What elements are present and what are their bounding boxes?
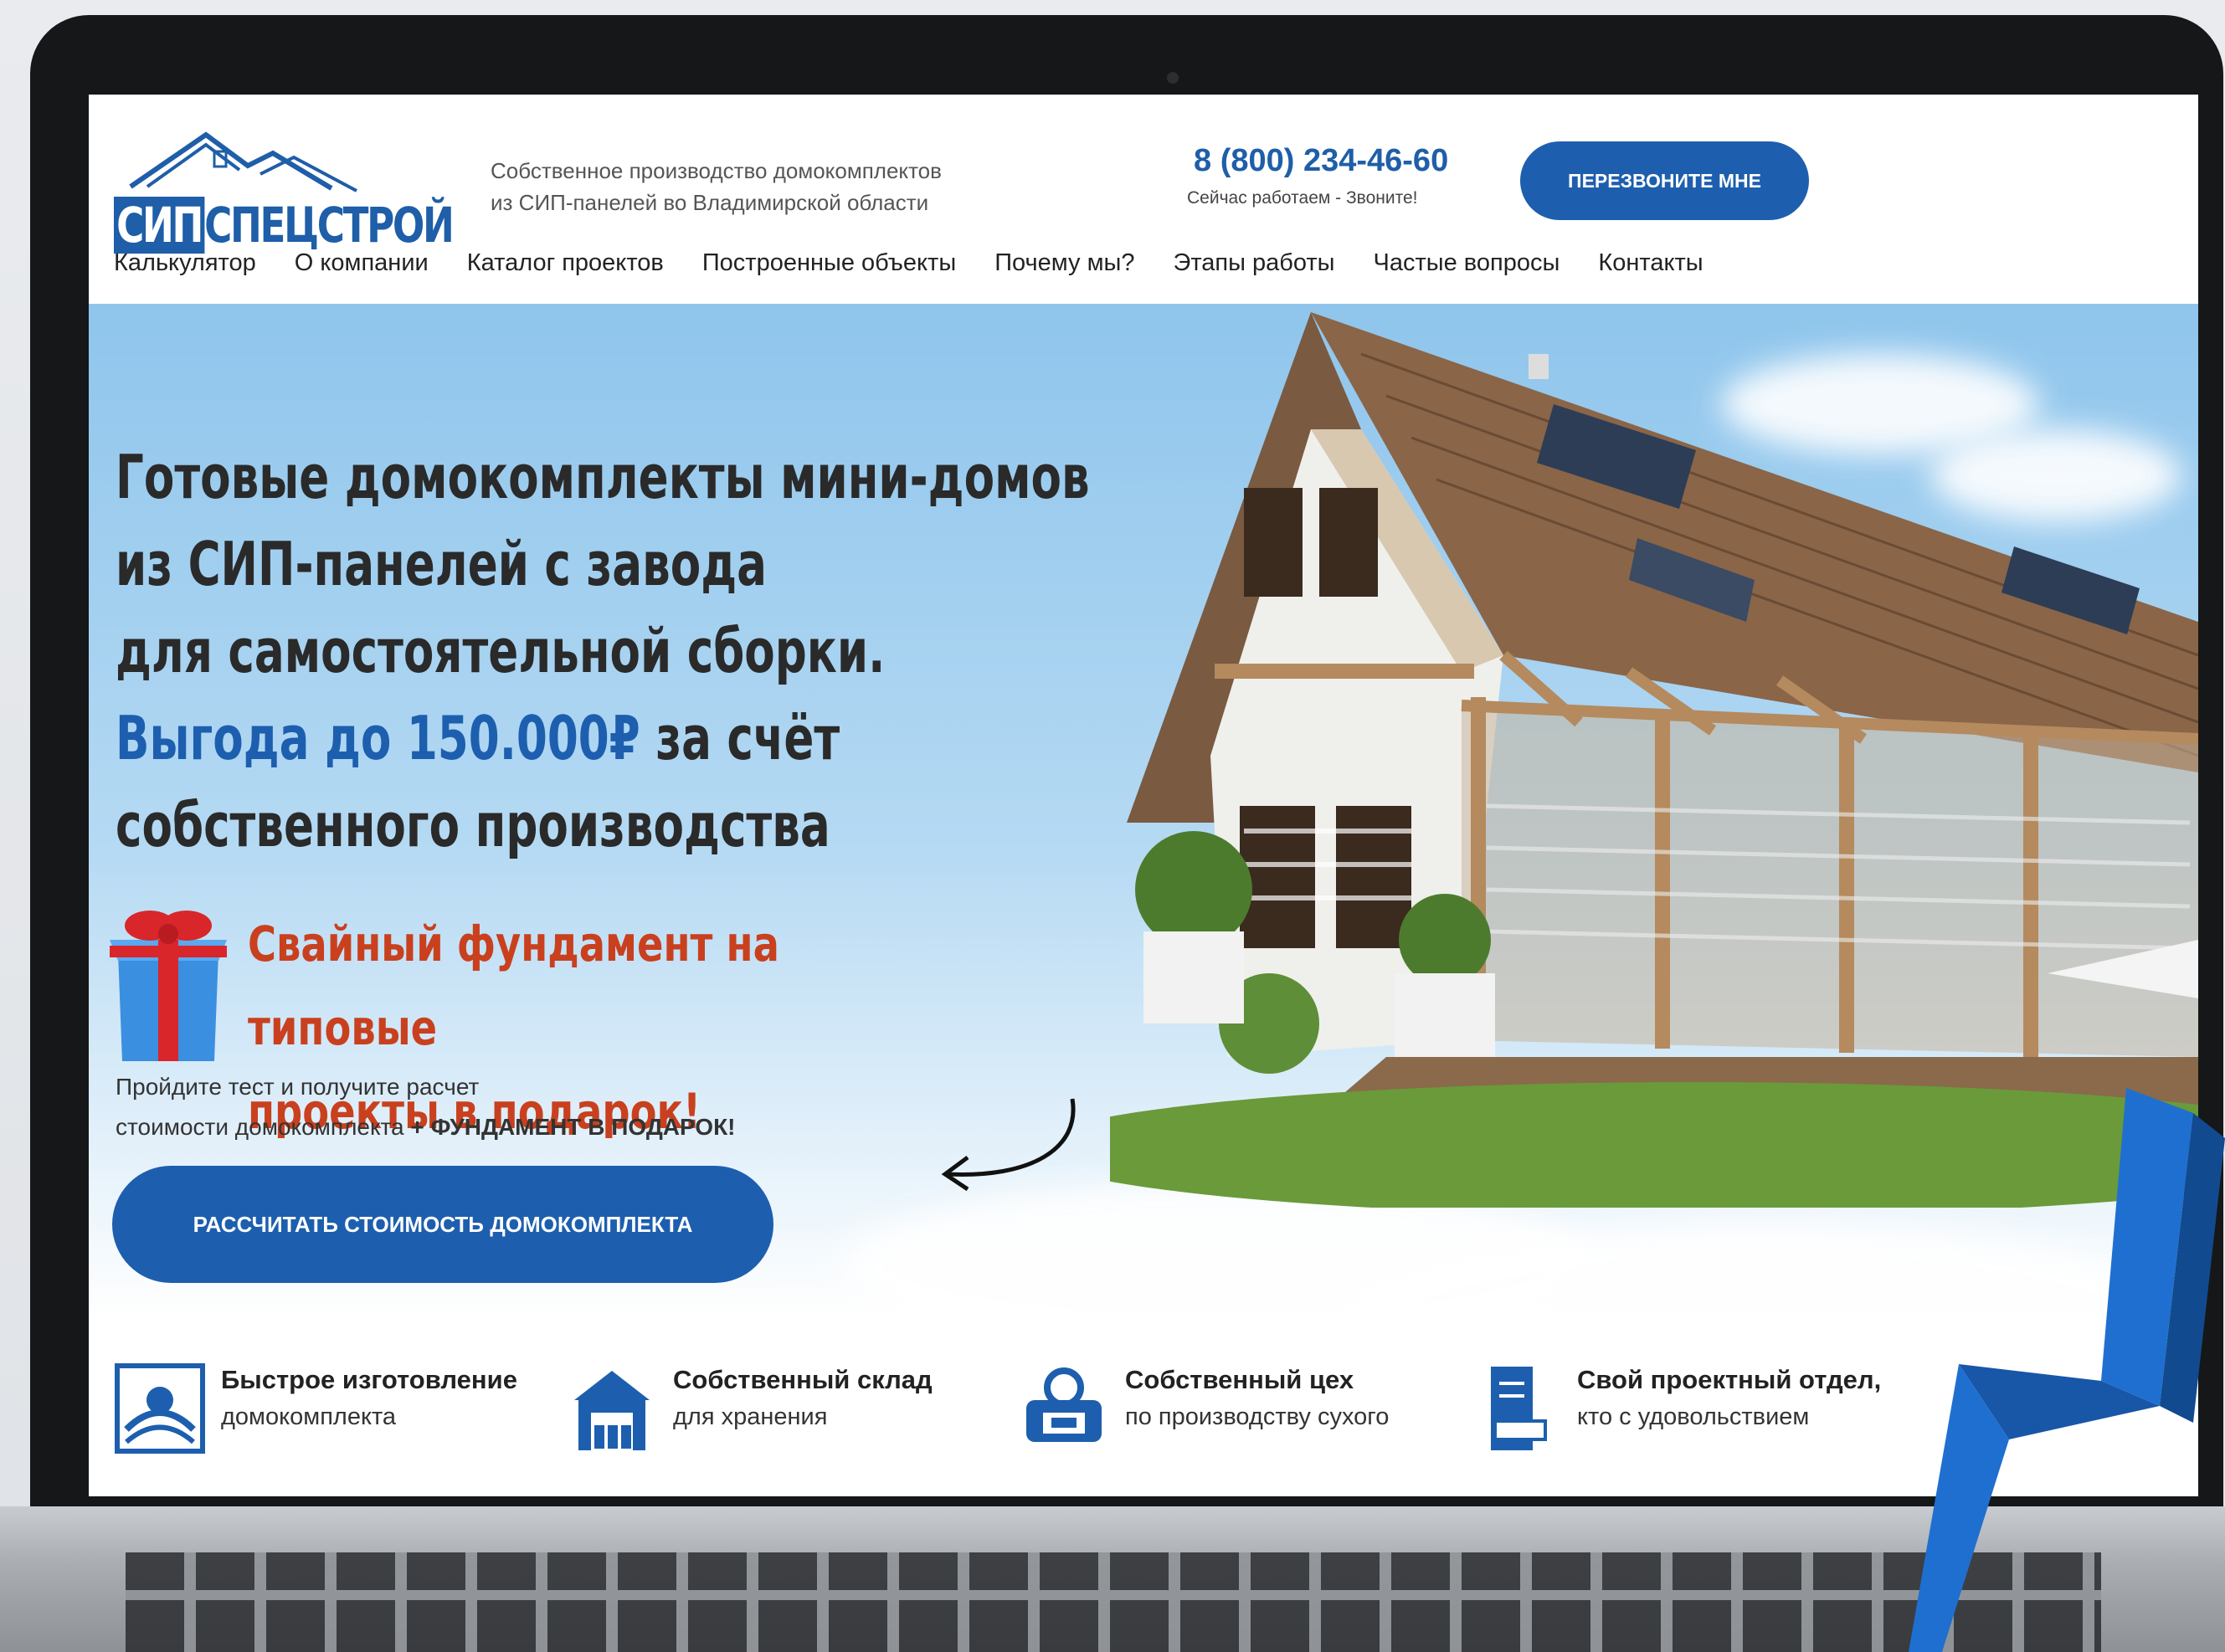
feature-item: Быстрое изготовление домокомплекта [114, 1362, 566, 1454]
feature-title: Собственный склад [673, 1365, 933, 1394]
hero-headline: Готовые домокомплекты мини-домов из СИП-… [116, 434, 1145, 869]
brand-n-shape-icon [1909, 1088, 2225, 1652]
subtext-line-1: Пройдите тест и получите расчет [116, 1074, 480, 1100]
laptop-frame: СИПСПЕЦСТРОЙ Собственное производство до… [30, 15, 2223, 1630]
nav-item-stages[interactable]: Этапы работы [1174, 249, 1335, 277]
logo-text: СИПСПЕЦСТРОЙ [114, 197, 455, 254]
feature-desc: по производству сухого [1125, 1403, 1390, 1430]
headline-line-2: из СИП-панелей с завода [116, 529, 767, 599]
subtext-plain: стоимости домокомплекта [116, 1114, 411, 1140]
roof-logo-icon [129, 131, 357, 192]
hero-section: Готовые домокомплекты мини-домов из СИП-… [89, 304, 2198, 1496]
feature-item: Свой проектный отдел, кто с удовольствие… [1470, 1362, 1922, 1454]
subtext-bold: + ФУНДАМЕНТ В ПОДАРОК! [410, 1114, 736, 1140]
calculate-cost-button[interactable]: РАССЧИТАТЬ СТОИМОСТЬ ДОМОКОМПЛЕКТА [112, 1166, 773, 1283]
nav-item-why-us[interactable]: Почему мы? [994, 249, 1134, 277]
gift-icon [110, 911, 227, 1061]
features-row: Быстрое изготовление домокомплекта Собст… [114, 1362, 2190, 1454]
headline-benefit-rest: за счёт [640, 703, 840, 773]
phone-number[interactable]: 8 (800) 234-46-60 [1194, 143, 1448, 179]
warehouse-icon [574, 1371, 650, 1450]
website-screen: СИПСПЕЦСТРОЙ Собственное производство до… [89, 95, 2198, 1496]
nav-item-about[interactable]: О компании [295, 249, 429, 277]
headline-line-5: собственного производства [116, 790, 830, 860]
headline-benefit: Выгода до 150.000₽ [116, 703, 640, 773]
logo-specstroy: СПЕЦСТРОЙ [204, 197, 455, 254]
feature-item: Собственный склад для хранения [566, 1362, 1018, 1454]
site-logo[interactable]: СИПСПЕЦСТРОЙ [114, 120, 455, 254]
feature-title: Быстрое изготовление [221, 1365, 517, 1394]
logo-sip: СИП [114, 197, 205, 254]
keyboard-keys [126, 1552, 2101, 1652]
feature-desc: для хранения [673, 1403, 828, 1430]
feature-desc: кто с удовольствием [1577, 1403, 1810, 1430]
callback-button[interactable]: ПЕРЕЗВОНИТЕ МНЕ [1520, 141, 1809, 220]
tagline-line-2: из СИП-панелей во Владимирской области [491, 190, 929, 215]
tagline-line-1: Собственное производство домокомплектов [491, 158, 942, 183]
nav-item-contacts[interactable]: Контакты [1598, 249, 1703, 277]
subtext-line-2: стоимости домокомплекта + ФУНДАМЕНТ В ПО… [116, 1107, 953, 1147]
headline-line-3: для самостоятельной сборки. [116, 616, 886, 686]
workshop-icon [1026, 1367, 1102, 1442]
house-image [1110, 312, 2198, 1208]
webcam [1167, 72, 1179, 84]
feature-title: Свой проектный отдел, [1577, 1365, 1882, 1394]
main-nav: Калькулятор О компании Каталог проектов … [114, 249, 1742, 277]
feature-title: Собственный цех [1125, 1365, 1354, 1394]
nav-item-calculator[interactable]: Калькулятор [114, 249, 256, 277]
promo-line-1: Свайный фундамент на типовые [248, 916, 779, 1056]
nav-item-built-objects[interactable]: Построенные объекты [702, 249, 956, 277]
nav-item-catalog[interactable]: Каталог проектов [467, 249, 664, 277]
headline-line-4: Выгода до 150.000₽ за счёт [116, 695, 1145, 782]
fast-production-icon [115, 1363, 205, 1454]
design-department-icon [1491, 1367, 1547, 1450]
feature-item: Собственный цех по производству сухого [1018, 1362, 1470, 1454]
feature-desc: домокомплекта [221, 1403, 397, 1430]
headline-line-1: Готовые домокомплекты мини-домов [116, 442, 1090, 512]
nav-item-faq[interactable]: Частые вопросы [1374, 249, 1560, 277]
laptop-keyboard [0, 1506, 2225, 1652]
hero-subtext: Пройдите тест и получите расчет стоимост… [116, 1067, 953, 1147]
site-tagline: Собственное производство домокомплектов … [491, 155, 1077, 218]
curved-arrow-icon [941, 1098, 1076, 1192]
site-header: СИПСПЕЦСТРОЙ Собственное производство до… [89, 95, 2198, 304]
phone-status: Сейчас работаем - Звоните! [1187, 188, 1418, 208]
